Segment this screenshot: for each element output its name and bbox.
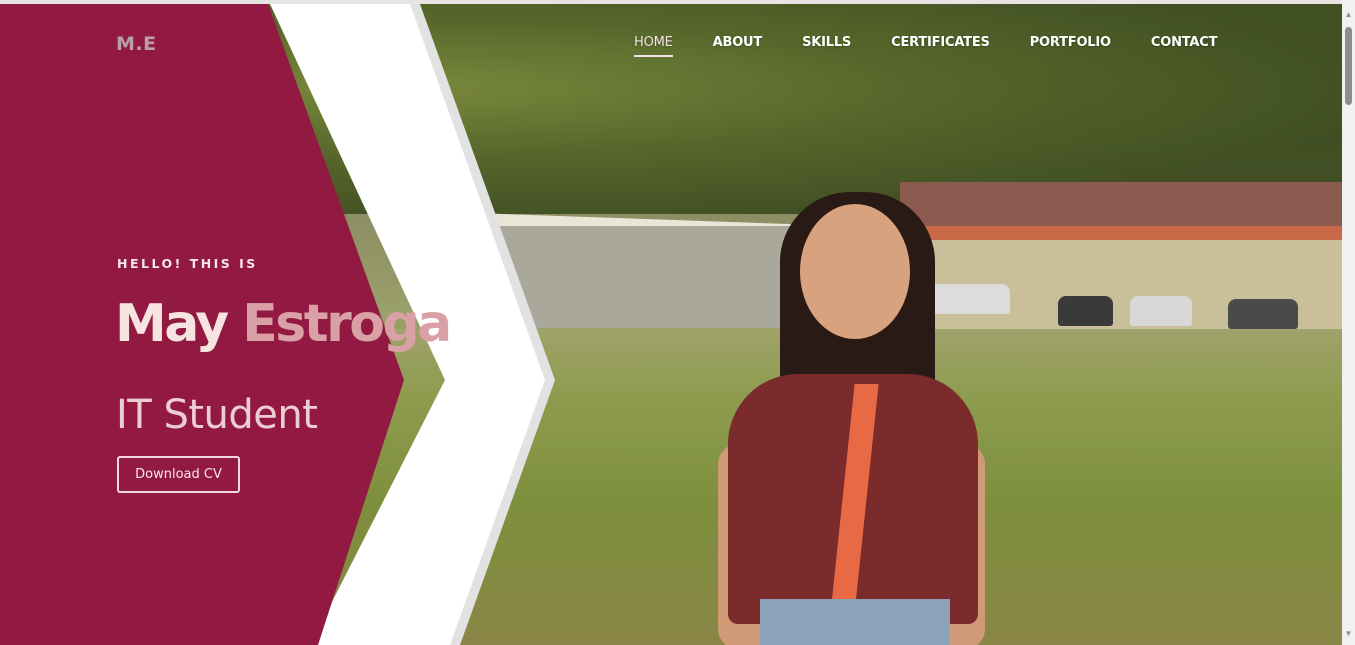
scrollbar[interactable]: ▲ ▼ <box>1342 0 1355 645</box>
scroll-down-icon[interactable]: ▼ <box>1342 626 1355 640</box>
main-nav: HOME ABOUT SKILLS CERTIFICATES PORTFOLIO… <box>634 35 1217 57</box>
logo[interactable]: M.E <box>116 33 157 55</box>
hero-greeting: HELLO! THIS IS <box>117 256 258 271</box>
hero-role: IT Student <box>116 392 318 438</box>
scroll-thumb[interactable] <box>1345 27 1352 105</box>
download-cv-button[interactable]: Download CV <box>117 456 240 493</box>
nav-home[interactable]: HOME <box>634 35 673 57</box>
hero-last-name: Estroga <box>242 294 452 354</box>
nav-certificates[interactable]: CERTIFICATES <box>891 35 990 57</box>
nav-skills[interactable]: SKILLS <box>802 35 851 57</box>
nav-contact[interactable]: CONTACT <box>1151 35 1218 57</box>
nav-about[interactable]: ABOUT <box>713 35 763 57</box>
scroll-up-icon[interactable]: ▲ <box>1342 7 1355 21</box>
nav-portfolio[interactable]: PORTFOLIO <box>1030 35 1111 57</box>
page: M.E HOME ABOUT SKILLS CERTIFICATES PORTF… <box>0 0 1355 645</box>
hero-first-name: May <box>115 294 229 354</box>
hero-name: May Estroga <box>115 294 452 354</box>
